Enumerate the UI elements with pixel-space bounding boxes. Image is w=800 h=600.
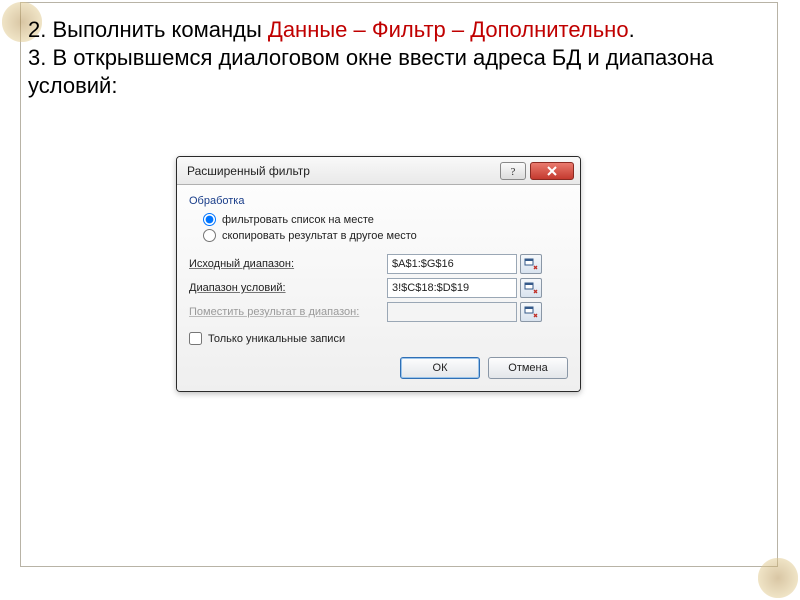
instructions-text: 2. Выполнить команды Данные – Фильтр – Д…: [28, 16, 768, 100]
criteria-range-row: Диапазон условий:: [189, 278, 568, 298]
radio-filter-in-place-label: фильтровать список на месте: [222, 214, 374, 226]
cancel-button-label: Отмена: [508, 362, 547, 374]
close-icon: [545, 166, 559, 176]
source-range-input[interactable]: [387, 254, 517, 274]
unique-records-section: Только уникальные записи: [189, 332, 568, 345]
cancel-button[interactable]: Отмена: [488, 357, 568, 379]
copy-to-range-input: [387, 302, 517, 322]
copy-to-range-label: Поместить результат в диапазон:: [189, 306, 379, 318]
unique-records-checkbox[interactable]: [189, 332, 202, 345]
unique-records-checkbox-row[interactable]: Только уникальные записи: [189, 332, 568, 345]
help-button[interactable]: ?: [500, 162, 526, 180]
range-ref-icon: [524, 306, 538, 318]
ok-button[interactable]: ОК: [400, 357, 480, 379]
copy-to-range-row: Поместить результат в диапазон:: [189, 302, 568, 322]
criteria-range-input[interactable]: [387, 278, 517, 298]
form-rows: Исходный диапазон: Диапазон условий:: [189, 254, 568, 322]
source-range-label: Исходный диапазон:: [189, 258, 379, 270]
range-ref-icon: [524, 282, 538, 294]
close-button[interactable]: [530, 162, 574, 180]
radio-copy-to-input[interactable]: [203, 229, 216, 242]
titlebar[interactable]: Расширенный фильтр ?: [177, 157, 580, 185]
advanced-filter-dialog: Расширенный фильтр ? Обработка фильтрова…: [176, 156, 581, 392]
criteria-range-field: [387, 278, 568, 298]
source-range-field: [387, 254, 568, 274]
instruction-line-2: 3. В открывшемся диалоговом окне ввести …: [28, 45, 714, 98]
instruction-line-1-prefix: 2. Выполнить команды: [28, 17, 268, 42]
source-range-row: Исходный диапазон:: [189, 254, 568, 274]
source-range-ref-button[interactable]: [520, 254, 542, 274]
processing-label: Обработка: [189, 195, 568, 207]
corner-decoration: [758, 558, 798, 598]
range-ref-icon: [524, 258, 538, 270]
unique-records-label: Только уникальные записи: [208, 333, 345, 345]
help-icon: ?: [507, 165, 519, 177]
dialog-footer: ОК Отмена: [189, 357, 568, 379]
copy-to-range-ref-button[interactable]: [520, 302, 542, 322]
dialog-body: Обработка фильтровать список на месте ск…: [177, 185, 580, 391]
instruction-line-1-suffix: .: [629, 17, 635, 42]
copy-to-range-field: [387, 302, 568, 322]
ok-button-label: ОК: [433, 362, 448, 374]
radio-copy-to-label: скопировать результат в другое место: [222, 230, 417, 242]
radio-copy-to[interactable]: скопировать результат в другое место: [203, 229, 568, 242]
criteria-range-label: Диапазон условий:: [189, 282, 379, 294]
svg-text:?: ?: [511, 166, 516, 177]
titlebar-buttons: ?: [500, 162, 574, 180]
radio-filter-in-place[interactable]: фильтровать список на месте: [203, 213, 568, 226]
radio-filter-in-place-input[interactable]: [203, 213, 216, 226]
dialog-title: Расширенный фильтр: [187, 164, 500, 178]
instruction-menu-path: Данные – Фильтр – Дополнительно: [268, 17, 629, 42]
criteria-range-ref-button[interactable]: [520, 278, 542, 298]
